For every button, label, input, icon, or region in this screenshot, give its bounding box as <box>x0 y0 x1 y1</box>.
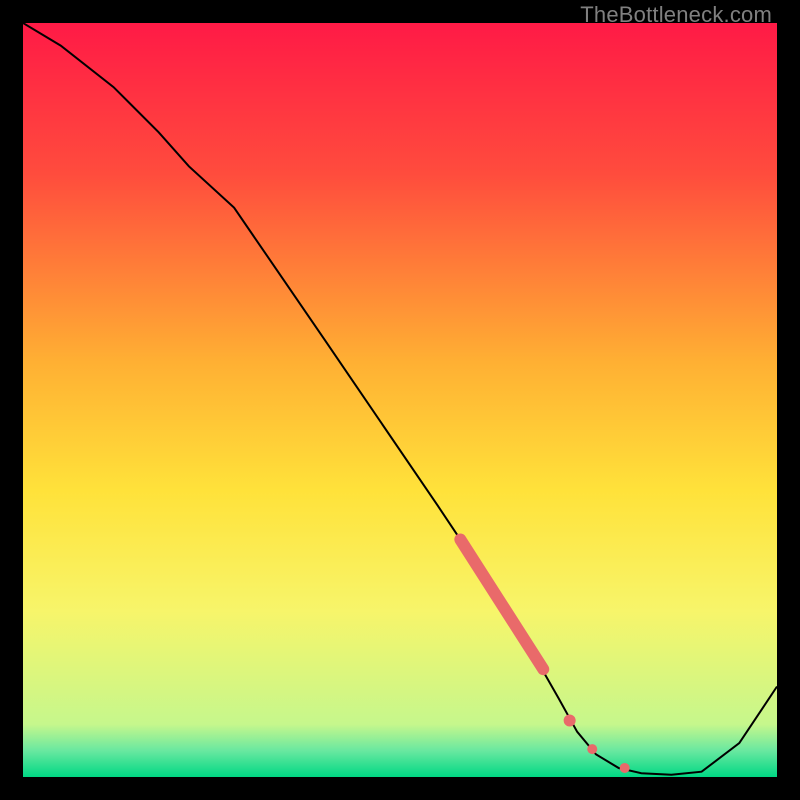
chart-frame <box>23 23 777 777</box>
chart-svg <box>23 23 777 777</box>
dot-1 <box>564 714 576 726</box>
watermark-text: TheBottleneck.com <box>580 2 772 28</box>
chart-background <box>23 23 777 777</box>
dot-3 <box>620 763 630 773</box>
dot-2 <box>587 744 597 754</box>
